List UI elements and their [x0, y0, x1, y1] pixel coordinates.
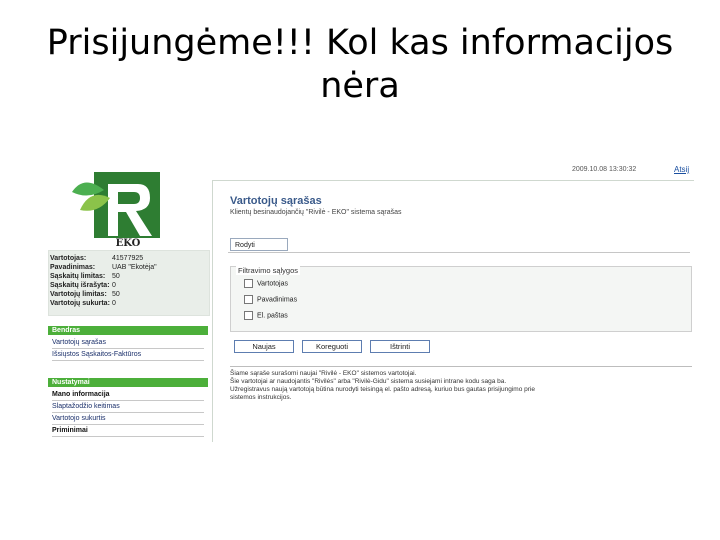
show-button[interactable]: Rodyti — [230, 238, 288, 251]
frame-border-left — [212, 180, 213, 442]
app-screenshot: 2009.10.08 13:30:32 Atsij EKO Vartotojas… — [44, 158, 694, 448]
logout-link[interactable]: Atsij — [674, 165, 689, 174]
toolbar — [228, 238, 690, 253]
menu-item-users-list[interactable]: Vartotojų sąrašas — [52, 338, 204, 349]
info-row: Vartotojų limitas: 50 — [50, 291, 120, 298]
filter-option[interactable]: El. paštas — [244, 311, 288, 321]
menu-item-sent-invoices[interactable]: Išsiųstos Sąskaitos-Faktūros — [52, 350, 204, 361]
timestamp: 2009.10.08 13:30:32 — [572, 166, 637, 173]
page-title: Vartotojų sąrašas — [230, 195, 322, 207]
notice-text: Šiame sąraše surašomi naujai "Rivilė - E… — [230, 366, 692, 402]
page-subtitle: Klientų besinaudojančių "Rivilė - EKO" s… — [230, 209, 402, 216]
info-row: Vartotojas: 41577925 — [50, 255, 144, 262]
slide-title-line1: Prisijungėme!!! Kol kas informacijos — [46, 23, 674, 63]
info-row: Vartotojų sukurta: 0 — [50, 300, 116, 307]
menu-item-reminders[interactable]: Priminimai — [52, 426, 204, 437]
slide-title: Prisijungėme!!! Kol kas informacijos nėr… — [0, 22, 720, 108]
checkbox[interactable] — [244, 279, 253, 288]
menu-item-password-change[interactable]: Slaptažodžio keitimas — [52, 402, 204, 413]
filter-legend: Filtravimo sąlygos — [236, 266, 301, 275]
menu-header-settings: Nustatymai — [48, 378, 208, 387]
delete-button[interactable]: Ištrinti — [370, 340, 430, 353]
checkbox[interactable] — [244, 311, 253, 320]
filter-option[interactable]: Vartotojas — [244, 279, 288, 289]
edit-button[interactable]: Koreguoti — [302, 340, 362, 353]
menu-item-my-info[interactable]: Mano informacija — [52, 390, 204, 401]
info-row: Sąskaitų limitas: 50 — [50, 273, 120, 280]
menu-header-general: Bendras — [48, 326, 208, 335]
filter-panel — [230, 266, 692, 332]
frame-border-top — [212, 180, 694, 181]
info-row: Sąskaitų išrašyta: 0 — [50, 282, 116, 289]
new-button[interactable]: Naujas — [234, 340, 294, 353]
logo: EKO — [72, 172, 160, 248]
logo-text: EKO — [116, 238, 141, 248]
info-row: Pavadinimas: UAB "Ekotėja" — [50, 264, 157, 271]
slide-title-line2: nėra — [320, 66, 400, 106]
menu-item-user-create[interactable]: Vartotojo sukurtis — [52, 414, 204, 425]
filter-option[interactable]: Pavadinimas — [244, 295, 297, 305]
checkbox[interactable] — [244, 295, 253, 304]
